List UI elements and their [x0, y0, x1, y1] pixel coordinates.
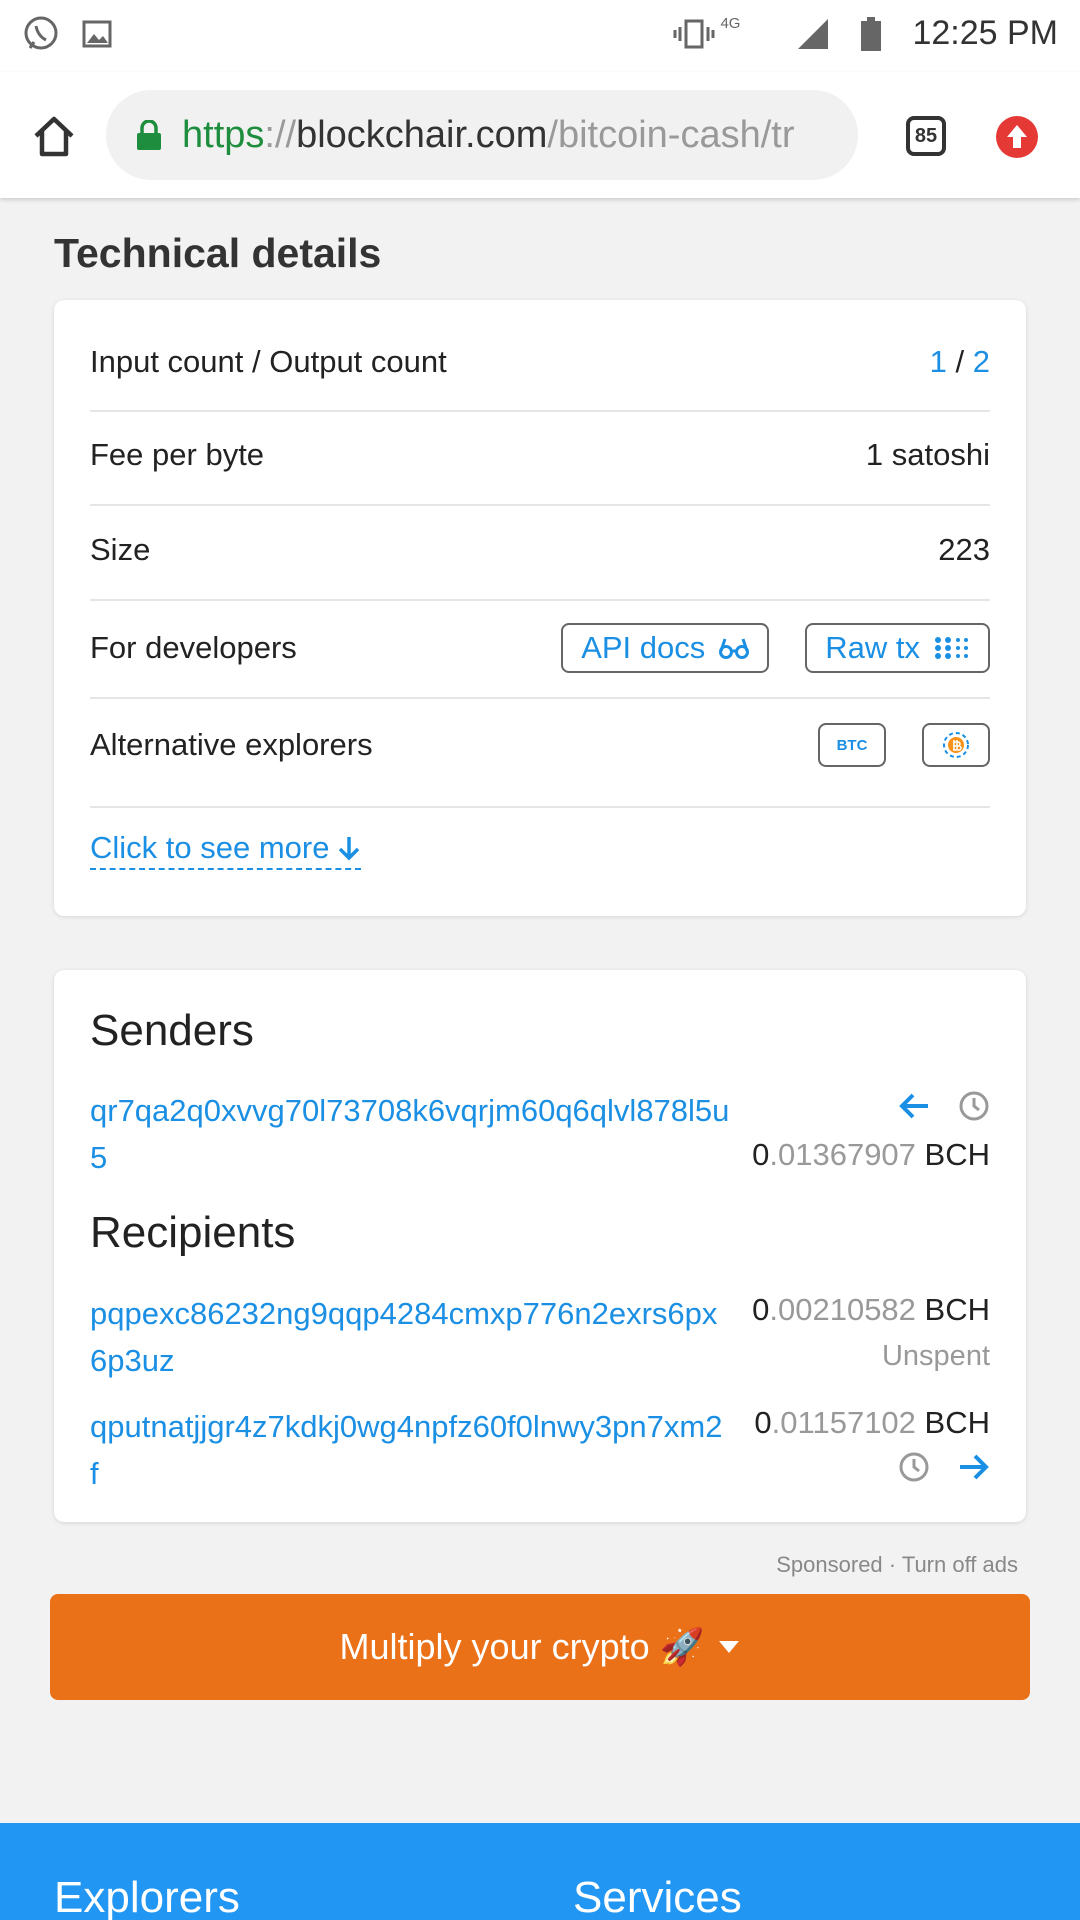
clock: 12:25 PM [912, 14, 1058, 52]
battery-icon [861, 16, 882, 51]
bitcoin-logo-icon [943, 732, 969, 758]
output-count-link[interactable]: 2 [973, 344, 990, 379]
promo-label: Multiply your crypto 🚀 [339, 1626, 705, 1667]
technical-details-card: Input count / Output count 1 / 2 Fee per… [54, 300, 1026, 916]
see-more-label: Click to see more [90, 830, 330, 865]
bitcoin-explorer-link[interactable] [922, 723, 990, 767]
url-text: https://blockchair.com/bitcoin-cash/tr [182, 113, 795, 156]
recipient-amount: 0.01157102 BCH [754, 1405, 990, 1440]
clock-icon[interactable] [958, 1090, 990, 1122]
address-bar[interactable]: https://blockchair.com/bitcoin-cash/tr [106, 90, 858, 180]
vibrate-icon [673, 19, 715, 48]
clock-icon[interactable] [898, 1451, 930, 1483]
sender-amount: 0.01367907 BCH [752, 1137, 990, 1172]
size-label: Size [90, 532, 151, 567]
arrow-left-icon[interactable] [898, 1092, 930, 1120]
senders-title: Senders [90, 1006, 254, 1055]
input-count-link[interactable]: 1 [930, 344, 947, 379]
divider [90, 599, 990, 601]
tab-switcher-button[interactable]: 85 [906, 116, 946, 156]
recipient-address-link[interactable]: pqpexc86232ng9qqp4284cmxp776n2exrs6px6p3… [90, 1290, 730, 1384]
footer-explorers-heading: Explorers [54, 1873, 240, 1920]
divider [90, 806, 990, 808]
lock-icon [137, 120, 161, 150]
divider [90, 410, 990, 412]
recipient-address-link[interactable]: qputnatjjgr4z7kdkj0wg4npfz60f0lnwy3pn7xm… [90, 1403, 730, 1497]
status-bar: 4G 12:25 PM [0, 0, 1080, 72]
sender-address-link[interactable]: qr7qa2q0xvvg70l73708k6vqrjm60q6qlvl878l5… [90, 1087, 730, 1181]
divider [90, 504, 990, 506]
api-docs-button[interactable]: API docs [561, 623, 770, 673]
recipient-amount: 0.00210582 BCH [752, 1292, 990, 1327]
signal-icon [798, 18, 829, 49]
transfers-card: Senders qr7qa2q0xvvg70l73708k6vqrjm60q6q… [54, 970, 1026, 1522]
section-title-technical: Technical details [54, 230, 382, 276]
browser-toolbar: https://blockchair.com/bitcoin-cash/tr 8… [0, 72, 1080, 198]
fee-label: Fee per byte [90, 437, 265, 472]
api-docs-label: API docs [581, 630, 706, 665]
raw-tx-button[interactable]: Raw tx [805, 623, 990, 673]
size-row: Size 223 [90, 528, 990, 572]
glasses-icon [719, 638, 750, 659]
binary-icon [935, 637, 968, 659]
footer: Explorers Services [0, 1823, 1080, 1920]
update-icon[interactable] [996, 116, 1038, 158]
alt-explorer-links: BTC [818, 723, 990, 767]
home-icon[interactable] [30, 112, 78, 160]
alt-explorers-row: Alternative explorers BTC [90, 722, 990, 768]
io-count-value: 1 / 2 [929, 344, 990, 379]
developer-links: API docs Raw tx [561, 623, 990, 673]
io-count-row: Input count / Output count 1 / 2 [90, 340, 990, 384]
alt-explorers-label: Alternative explorers [90, 727, 373, 762]
developers-row: For developers API docs Raw tx [90, 622, 990, 674]
io-count-label: Input count / Output count [90, 344, 447, 379]
footer-services-heading: Services [573, 1873, 742, 1920]
fee-value: 1 satoshi [865, 437, 990, 472]
caret-down-icon [719, 1641, 740, 1653]
promo-button[interactable]: Multiply your crypto 🚀 [50, 1594, 1030, 1700]
sender-actions [898, 1090, 990, 1122]
developers-label: For developers [90, 630, 297, 665]
recipients-title: Recipients [90, 1208, 296, 1257]
size-value: 223 [938, 532, 990, 567]
btc-explorer-link[interactable]: BTC [818, 723, 886, 767]
viber-icon [24, 16, 58, 50]
raw-tx-label: Raw tx [825, 630, 920, 665]
unspent-status: Unspent [881, 1340, 990, 1372]
divider [90, 697, 990, 699]
arrow-right-icon[interactable] [958, 1453, 990, 1481]
network-type-label: 4G [720, 15, 741, 32]
arrow-down-icon [339, 837, 360, 861]
fee-row: Fee per byte 1 satoshi [90, 433, 990, 477]
see-more-link[interactable]: Click to see more [90, 830, 362, 870]
recipient-actions [898, 1451, 990, 1483]
sponsored-label[interactable]: Sponsored · Turn off ads [776, 1552, 1018, 1578]
image-icon [82, 20, 112, 48]
